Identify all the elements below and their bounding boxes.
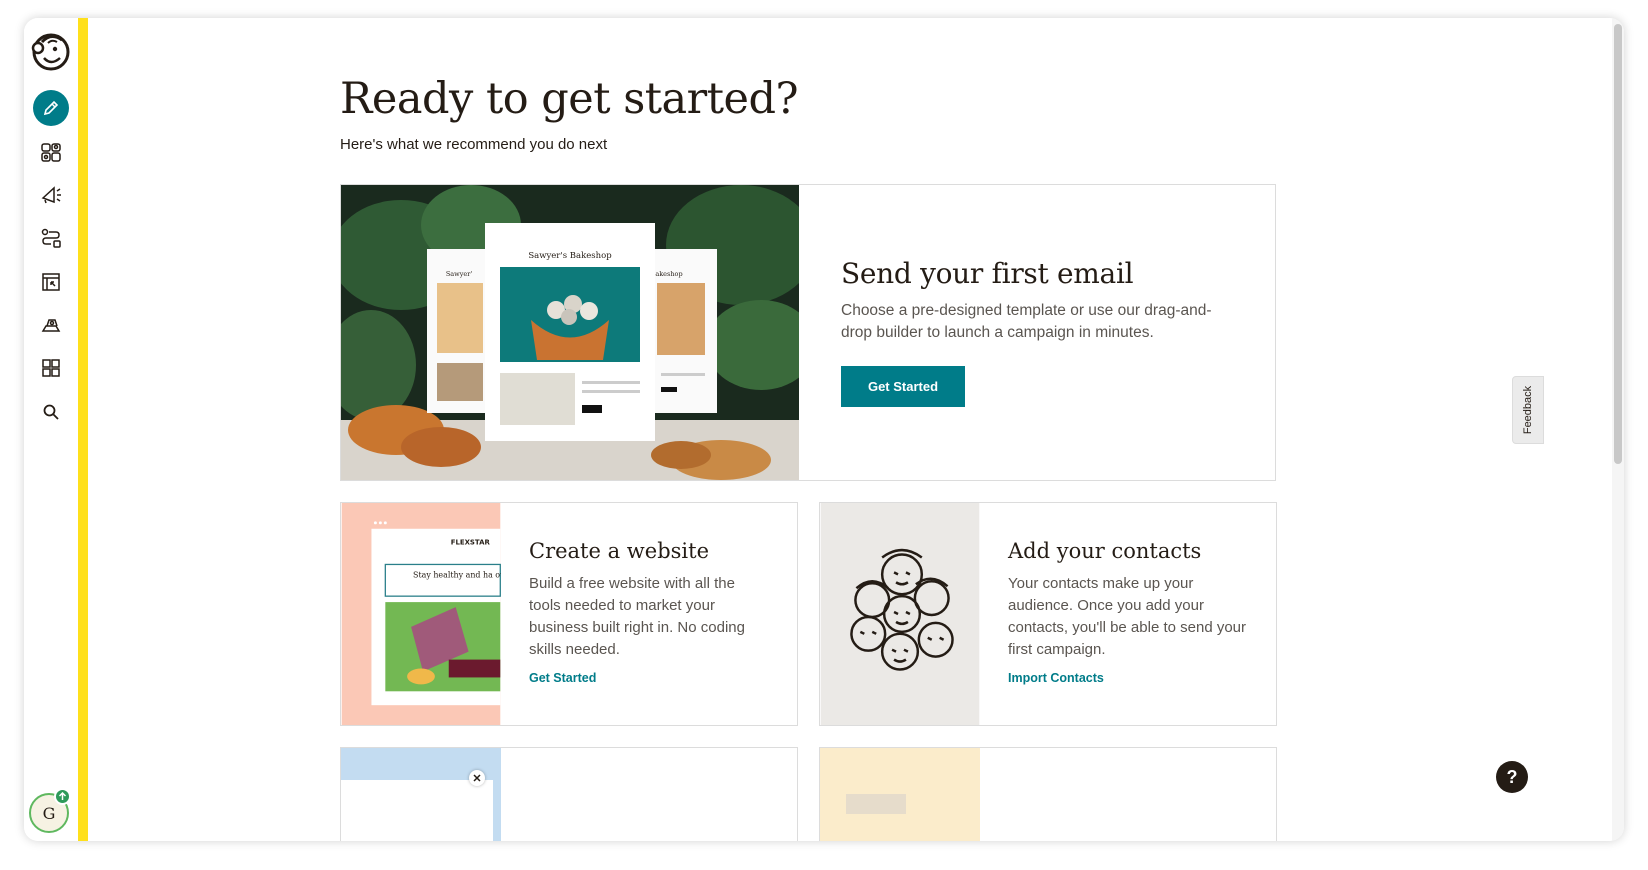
feedback-label: Feedback: [1522, 385, 1534, 435]
add-contacts-content: Add your contacts Your contacts make up …: [1008, 539, 1248, 687]
help-button[interactable]: ?: [1496, 761, 1528, 793]
add-contacts-description: Your contacts make up your audience. Onc…: [1008, 575, 1247, 658]
search-icon[interactable]: [31, 392, 71, 432]
automations-icon[interactable]: [31, 218, 71, 258]
bakeshop-email-image: Sawyer's Bakeshop Sawyer' akeshop: [341, 185, 799, 480]
send-email-description: Choose a pre-designed template or use ou…: [841, 302, 1212, 341]
scrollbar-thumb[interactable]: [1614, 24, 1622, 464]
content-icon[interactable]: [31, 305, 71, 345]
sidebar: G: [24, 18, 78, 841]
create-website-description: Build a free website with all the tools …: [529, 575, 745, 658]
next-card-left-image-panel: [341, 780, 493, 841]
import-contacts-link[interactable]: Import Contacts: [1008, 671, 1104, 685]
next-card-right-image-block: [846, 794, 906, 814]
send-email-title: Send your first email: [841, 257, 1134, 290]
sidebar-accent-bar: [78, 18, 88, 841]
next-card-left: [340, 747, 798, 841]
add-contacts-title: Add your contacts: [1008, 539, 1202, 563]
create-website-card: FLEXSTAR Stay healthy and ha our program…: [340, 502, 798, 726]
page-subtitle: Here's what we recommend you do next: [340, 136, 608, 153]
website-builder-image: FLEXSTAR Stay healthy and ha our program: [341, 503, 501, 725]
scrollbar[interactable]: [1612, 18, 1624, 841]
next-card-right: [819, 747, 1277, 841]
add-contacts-card: Add your contacts Your contacts make up …: [819, 502, 1277, 726]
send-email-card: Sawyer's Bakeshop Sawyer' akeshop Send y…: [340, 184, 1276, 481]
feedback-tab[interactable]: Feedback: [1512, 376, 1544, 444]
image-side-left-text: Sawyer': [446, 270, 473, 278]
send-email-content: Send your first email Choose a pre-desig…: [841, 257, 1231, 407]
image-caption-text: Sawyer's Bakeshop: [528, 251, 612, 261]
upgrade-arrow-icon[interactable]: [54, 788, 71, 805]
help-icon: ?: [1506, 766, 1518, 787]
contacts-illustration-image: [820, 503, 980, 725]
avatar-initial: G: [42, 803, 56, 823]
close-icon[interactable]: [469, 770, 485, 786]
campaigns-icon[interactable]: [31, 175, 71, 215]
create-website-get-started-link[interactable]: Get Started: [529, 671, 596, 685]
image-side-right-text: akeshop: [655, 270, 682, 278]
create-website-content: Create a website Build a free website wi…: [529, 539, 769, 687]
page-title: Ready to get started?: [340, 74, 799, 124]
integrations-icon[interactable]: [31, 348, 71, 388]
website-brand-text: FLEXSTAR: [451, 539, 491, 547]
app-window: G Ready to get started? Here's what we r…: [24, 18, 1624, 841]
create-website-title: Create a website: [529, 539, 709, 563]
website-image-text: Stay healthy and ha our program: [413, 570, 501, 579]
audience-icon[interactable]: [31, 132, 71, 172]
create-icon[interactable]: [33, 90, 69, 126]
mailchimp-logo-icon[interactable]: [28, 28, 74, 74]
send-email-get-started-button[interactable]: Get Started: [841, 366, 965, 407]
website-icon[interactable]: [31, 262, 71, 302]
